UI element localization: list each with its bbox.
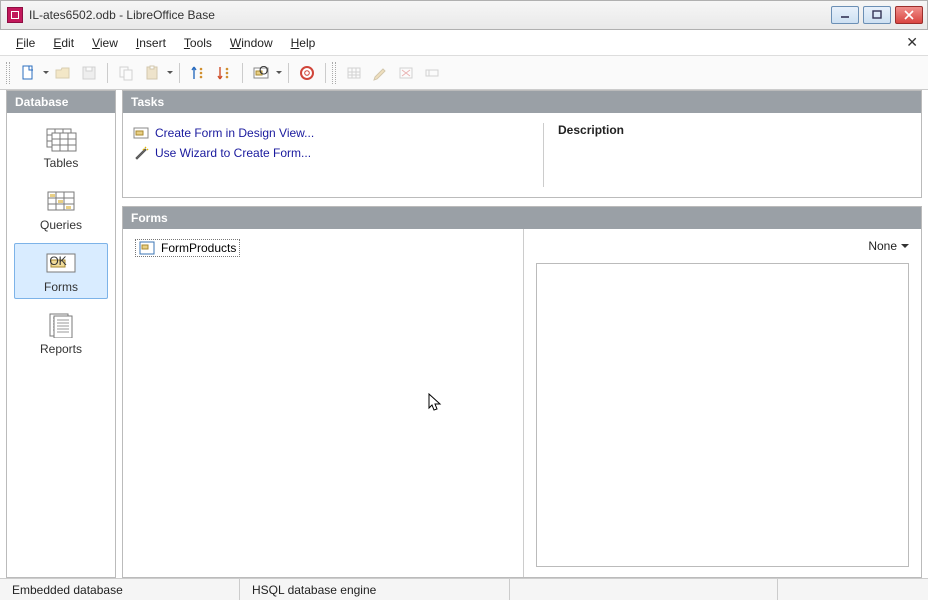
- menu-edit[interactable]: Edit: [45, 33, 82, 53]
- menu-file-label: ile: [23, 36, 35, 50]
- workspace: Database Tables Queries OK Forms Reports…: [6, 90, 922, 578]
- main-column: Tasks Create Form in Design View... Use …: [122, 90, 922, 578]
- help-button[interactable]: [295, 61, 319, 85]
- status-db-engine: HSQL database engine: [240, 579, 510, 600]
- forms-pane: Forms FormProducts None: [122, 206, 922, 578]
- preview-mode-label: None: [868, 239, 897, 253]
- sidebar-item-tables[interactable]: Tables: [14, 119, 108, 175]
- form-item-formproducts[interactable]: FormProducts: [135, 239, 240, 257]
- tasks-list: Create Form in Design View... Use Wizard…: [123, 113, 543, 197]
- status-db-type: Embedded database: [0, 579, 240, 600]
- task-label: Use Wizard to Create Form...: [155, 146, 311, 160]
- svg-text:OK: OK: [259, 65, 269, 78]
- toolbar-separator: [179, 63, 180, 83]
- description-label: Description: [558, 123, 907, 137]
- queries-icon: [44, 188, 78, 214]
- form-icon: [139, 241, 155, 255]
- paste-dropdown[interactable]: [166, 68, 173, 77]
- sidebar-item-label: Queries: [17, 218, 105, 232]
- menu-window-label: indow: [241, 36, 272, 50]
- task-create-form-design[interactable]: Create Form in Design View...: [133, 123, 533, 143]
- forms-header: Forms: [123, 207, 921, 229]
- sidebar-item-queries[interactable]: Queries: [14, 181, 108, 237]
- sidebar-nav-list: Tables Queries OK Forms Reports: [7, 113, 115, 577]
- tasks-body: Create Form in Design View... Use Wizard…: [123, 113, 921, 197]
- preview-area: [536, 263, 909, 567]
- new-doc-dropdown[interactable]: [42, 68, 49, 77]
- menu-view-label: iew: [100, 36, 118, 50]
- toolbar-separator: [242, 63, 243, 83]
- toolbar-grip-icon: [332, 62, 336, 84]
- tasks-description: Description: [544, 113, 921, 197]
- svg-text:OK: OK: [49, 254, 66, 268]
- open-button[interactable]: [51, 61, 75, 85]
- document-close-icon[interactable]: ✕: [906, 34, 918, 51]
- rename-button[interactable]: [420, 61, 444, 85]
- sidebar-item-label: Tables: [17, 156, 105, 170]
- tasks-header: Tasks: [123, 91, 921, 113]
- task-label: Create Form in Design View...: [155, 126, 314, 140]
- status-right: [778, 579, 928, 600]
- form-item-label: FormProducts: [161, 241, 236, 255]
- sidebar-item-label: Forms: [17, 280, 105, 294]
- menu-insert-label: nsert: [139, 36, 166, 50]
- menu-tools-label: ools: [190, 36, 212, 50]
- menu-bar: File Edit View Insert Tools Window Help …: [0, 30, 928, 56]
- sidebar-item-reports[interactable]: Reports: [14, 305, 108, 361]
- toolbar-separator: [288, 63, 289, 83]
- menu-tools[interactable]: Tools: [176, 33, 220, 53]
- form-dropdown[interactable]: [275, 68, 282, 77]
- maximize-button[interactable]: [863, 6, 891, 24]
- database-sidebar: Database Tables Queries OK Forms Reports: [6, 90, 116, 578]
- forms-icon: OK: [44, 250, 78, 276]
- task-create-form-wizard[interactable]: Use Wizard to Create Form...: [133, 143, 533, 163]
- app-icon: [7, 7, 23, 23]
- tables-icon: [44, 126, 78, 152]
- edit-button[interactable]: [368, 61, 392, 85]
- new-doc-button[interactable]: [16, 61, 40, 85]
- forms-preview-column: None: [523, 229, 921, 577]
- copy-button[interactable]: [114, 61, 138, 85]
- sort-desc-button[interactable]: [212, 61, 236, 85]
- minimize-button[interactable]: [831, 6, 859, 24]
- toolbar-grip-icon: [6, 62, 10, 84]
- form-design-icon: [133, 125, 149, 141]
- sidebar-item-label: Reports: [17, 342, 105, 356]
- sort-asc-button[interactable]: [186, 61, 210, 85]
- menu-help[interactable]: Help: [283, 33, 324, 53]
- tasks-pane: Tasks Create Form in Design View... Use …: [122, 90, 922, 198]
- paste-button[interactable]: [140, 61, 164, 85]
- main-toolbar: OK: [0, 56, 928, 90]
- menu-edit-label: dit: [61, 36, 74, 50]
- close-button[interactable]: [895, 6, 923, 24]
- save-button[interactable]: [77, 61, 101, 85]
- forms-body: FormProducts None: [123, 229, 921, 577]
- status-spacer: [510, 579, 778, 600]
- menu-help-label: elp: [299, 36, 315, 50]
- menu-insert[interactable]: Insert: [128, 33, 174, 53]
- window-titlebar: IL-ates6502.odb - LibreOffice Base: [0, 0, 928, 30]
- reports-icon: [44, 312, 78, 338]
- table-button[interactable]: [342, 61, 366, 85]
- forms-list: FormProducts: [123, 229, 523, 577]
- toolbar-separator: [325, 63, 326, 83]
- window-controls: [831, 6, 923, 24]
- window-title: IL-ates6502.odb - LibreOffice Base: [29, 8, 831, 22]
- sidebar-header: Database: [7, 91, 115, 113]
- form-button[interactable]: OK: [249, 61, 273, 85]
- menu-window[interactable]: Window: [222, 33, 281, 53]
- sidebar-item-forms[interactable]: OK Forms: [14, 243, 108, 299]
- menu-file[interactable]: File: [8, 33, 43, 53]
- toolbar-separator: [107, 63, 108, 83]
- menu-view[interactable]: View: [84, 33, 126, 53]
- wizard-icon: [133, 145, 149, 161]
- preview-mode-dropdown[interactable]: None: [868, 239, 909, 253]
- delete-button[interactable]: [394, 61, 418, 85]
- status-bar: Embedded database HSQL database engine: [0, 578, 928, 600]
